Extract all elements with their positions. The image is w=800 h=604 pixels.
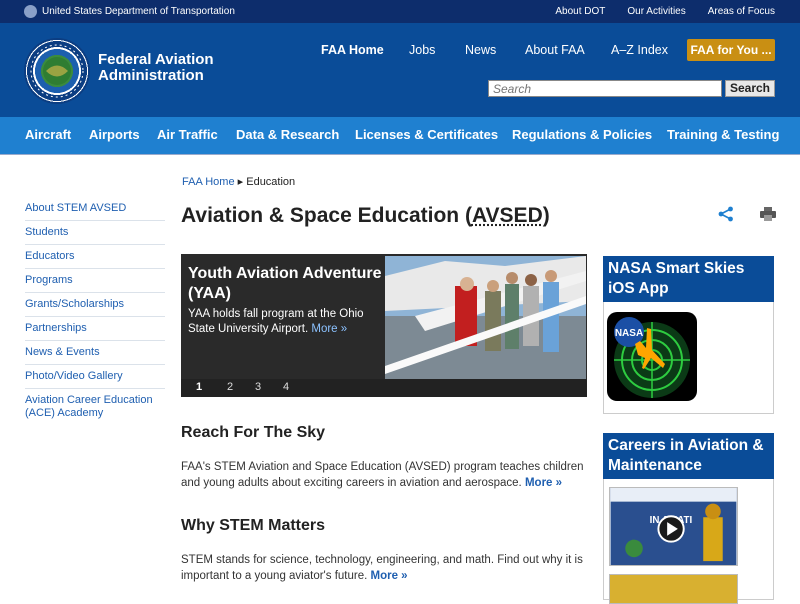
faa-seal-icon[interactable] <box>24 38 90 104</box>
breadcrumb-separator: ▸ <box>237 176 244 188</box>
breadcrumb-home-link[interactable]: FAA Home <box>182 176 235 188</box>
slide-more-link[interactable]: More » <box>311 323 347 335</box>
slide-description: YAA holds fall program at the Ohio State… <box>188 307 383 337</box>
topic-regulations-policies[interactable]: Regulations & Policies <box>512 127 652 142</box>
nav-faa-home[interactable]: FAA Home <box>321 43 384 57</box>
left-nav-programs[interactable]: Programs <box>25 269 165 293</box>
slide-headline[interactable]: Youth Aviation Adventure (YAA) <box>188 264 388 304</box>
left-nav-photo-video[interactable]: Photo/Video Gallery <box>25 365 165 389</box>
agency-name-line2: Administration <box>98 67 204 84</box>
breadcrumb-current: Education <box>246 176 296 188</box>
left-nav-partnerships[interactable]: Partnerships <box>25 317 165 341</box>
our-activities-link[interactable]: Our Activities <box>627 6 685 17</box>
left-nav-educators[interactable]: Educators <box>25 245 165 269</box>
page-title: Aviation & Space Education (AVSED) <box>181 204 550 228</box>
feature-slider[interactable]: Youth Aviation Adventure (YAA) YAA holds… <box>181 254 587 397</box>
left-nav-grants[interactable]: Grants/Scholarships <box>25 293 165 317</box>
reach-more-link[interactable]: More » <box>525 477 562 489</box>
utility-links: About DOT Our Activities Areas of Focus <box>555 6 775 17</box>
topic-aircraft[interactable]: Aircraft <box>25 127 71 142</box>
avsed-abbreviation[interactable]: AVSED <box>472 204 543 227</box>
slide-page-3[interactable]: 3 <box>255 381 261 393</box>
page-title-main: Aviation & Space Education ( <box>181 204 472 227</box>
dot-link[interactable]: United States Department of Transportati… <box>42 6 235 17</box>
topic-data-research[interactable]: Data & Research <box>236 127 339 142</box>
nasa-smart-skies-app-icon[interactable]: NASA <box>607 312 697 401</box>
left-nav-ace-academy[interactable]: Aviation Career Education (ACE) Academy <box>25 389 165 425</box>
share-icon[interactable] <box>718 206 734 222</box>
careers-video-thumbnail[interactable]: IN AVIATI <box>609 487 738 566</box>
topic-nav: Aircraft Airports Air Traffic Data & Res… <box>0 117 800 155</box>
slide-page-1[interactable]: 1 <box>196 381 202 393</box>
left-nav: About STEM AVSED Students Educators Prog… <box>25 197 165 425</box>
nasa-app-title[interactable]: NASA Smart Skies iOS App <box>603 256 774 302</box>
left-nav-about-stem[interactable]: About STEM AVSED <box>25 197 165 221</box>
nav-news[interactable]: News <box>465 43 496 57</box>
why-stem-heading: Why STEM Matters <box>181 517 326 534</box>
reach-paragraph: FAA's STEM Aviation and Space Education … <box>181 459 591 491</box>
about-dot-link[interactable]: About DOT <box>555 6 605 17</box>
page-title-end: ) <box>542 204 550 227</box>
topic-licenses-certificates[interactable]: Licenses & Certificates <box>355 127 498 142</box>
reach-text: FAA's STEM Aviation and Space Education … <box>181 461 584 489</box>
topic-air-traffic[interactable]: Air Traffic <box>157 127 218 142</box>
faa-for-you-button[interactable]: FAA for You ... <box>687 39 775 61</box>
site-header: Federal Aviation Administration FAA Home… <box>0 23 800 117</box>
nav-jobs[interactable]: Jobs <box>409 43 435 57</box>
why-stem-more-link[interactable]: More » <box>371 570 408 582</box>
dot-logo-icon[interactable] <box>24 5 37 18</box>
search-input[interactable] <box>488 80 722 97</box>
left-nav-students[interactable]: Students <box>25 221 165 245</box>
nav-about-faa[interactable]: About FAA <box>525 43 585 57</box>
areas-of-focus-link[interactable]: Areas of Focus <box>708 6 775 17</box>
slide-pagination: 1 2 3 4 <box>181 379 587 397</box>
breadcrumb: FAA Home ▸ Education <box>182 175 295 188</box>
slide-page-2[interactable]: 2 <box>227 381 233 393</box>
nasa-icon-label: NASA <box>615 328 643 339</box>
careers-title[interactable]: Careers in Aviation & Maintenance <box>603 433 774 479</box>
agency-name-line1: Federal Aviation <box>98 51 214 68</box>
why-stem-paragraph: STEM stands for science, technology, eng… <box>181 552 591 584</box>
print-icon[interactable] <box>760 207 776 221</box>
slide-page-4[interactable]: 4 <box>283 381 289 393</box>
nav-a-z-index[interactable]: A–Z Index <box>611 43 668 57</box>
utility-bar: United States Department of Transportati… <box>0 0 800 23</box>
search-button[interactable]: Search <box>725 80 775 97</box>
reach-heading: Reach For The Sky <box>181 424 326 441</box>
agency-name[interactable]: Federal Aviation Administration <box>98 52 214 84</box>
topic-airports[interactable]: Airports <box>89 127 140 142</box>
slide-photo[interactable] <box>385 256 586 379</box>
left-nav-news-events[interactable]: News & Events <box>25 341 165 365</box>
topic-training-testing[interactable]: Training & Testing <box>667 127 779 142</box>
